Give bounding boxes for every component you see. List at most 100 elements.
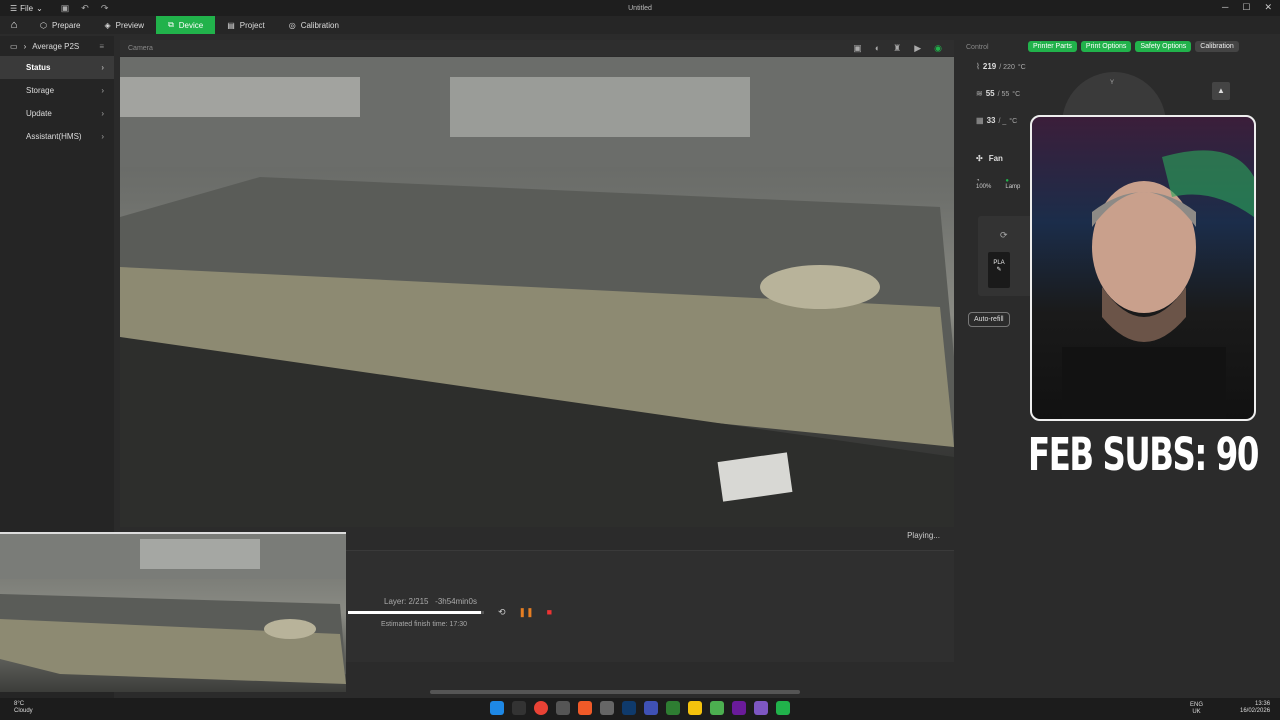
camera-feed[interactable] xyxy=(120,57,954,527)
redo-icon[interactable]: ↷ xyxy=(101,3,109,14)
fan-section: ✣ Fan xyxy=(976,154,1003,163)
lang-code: ENG xyxy=(1190,702,1204,708)
language-indicator[interactable]: ENG UK xyxy=(1190,702,1203,716)
ams-panel: ⟳ PLA ✎ xyxy=(978,216,1034,296)
system-clock[interactable]: 13:36 16/02/2026 xyxy=(1240,701,1270,715)
webcam-overlay xyxy=(1030,115,1256,421)
fan-icon: ✣ xyxy=(976,154,983,163)
tab-label: Calibration xyxy=(300,20,339,30)
chevron-down-icon: ⌄ xyxy=(36,3,43,13)
bambu-studio-icon[interactable] xyxy=(776,701,790,715)
chevron-right-icon: › xyxy=(23,41,27,51)
layer-info: Layer: 2/215 -3h54min0s xyxy=(384,597,477,606)
video-icon[interactable]: ▶ xyxy=(914,43,921,54)
nozzle-icon: ⌇ xyxy=(976,62,980,71)
file-menu[interactable]: ☰ File ⌄ xyxy=(0,4,43,13)
printer-parts-button[interactable]: Printer Parts xyxy=(1028,41,1077,52)
app-icon[interactable] xyxy=(710,701,724,715)
sidebar-item-assistant[interactable]: Assistant(HMS) › xyxy=(0,125,114,148)
file-menu-label: File xyxy=(20,3,34,13)
camera-title: Camera xyxy=(128,44,153,52)
fan-label: Fan xyxy=(988,154,1003,163)
app-icon[interactable] xyxy=(732,701,746,715)
control-buttons: Printer Parts Print Options Safety Optio… xyxy=(1028,41,1239,52)
z-up-button[interactable]: ▲ xyxy=(1212,82,1230,100)
app-icon[interactable] xyxy=(644,701,658,715)
search-icon[interactable] xyxy=(512,701,526,715)
settings-icon[interactable]: ≡ xyxy=(99,42,104,51)
temp-target: / _ xyxy=(998,118,1007,125)
live-icon[interactable]: ◉ xyxy=(934,43,942,54)
chevron-right-icon: › xyxy=(101,63,104,72)
pause-button[interactable]: ❚❚ xyxy=(519,607,534,618)
webcam-image xyxy=(1062,150,1254,419)
minimize-icon[interactable]: ─ xyxy=(1222,2,1228,13)
region-code: UK xyxy=(1192,709,1201,715)
tab-label: Device xyxy=(178,20,204,30)
sidebar-item-storage[interactable]: Storage › xyxy=(0,79,114,102)
tab-project[interactable]: ▤ Project xyxy=(215,16,276,34)
chevron-right-icon: › xyxy=(101,86,104,95)
subscriber-counter: FEB SUBS: 90 xyxy=(1028,428,1259,481)
tab-prepare[interactable]: ⬡ Prepare xyxy=(28,16,92,34)
progress-bar xyxy=(348,611,484,614)
chamber-temp[interactable]: ▦ 33/ _ °C xyxy=(968,116,1028,143)
chrome-icon[interactable] xyxy=(534,701,548,715)
prepare-icon: ⬡ xyxy=(40,20,47,30)
discord-icon[interactable] xyxy=(754,701,768,715)
horizontal-scrollbar[interactable] xyxy=(430,690,800,694)
weather-widget[interactable]: 8°C Cloudy xyxy=(14,701,33,715)
close-icon[interactable]: ✕ xyxy=(1264,2,1272,13)
calibration-icon: ◎ xyxy=(288,20,296,30)
maximize-icon[interactable]: ☐ xyxy=(1242,2,1250,13)
tab-device[interactable]: ⧉ Device xyxy=(156,16,216,34)
refresh-icon[interactable]: ⟳ xyxy=(1000,230,1008,241)
auto-refill-button[interactable]: Auto-refill xyxy=(968,312,1010,327)
start-icon[interactable] xyxy=(490,701,504,715)
print-options-button[interactable]: Print Options xyxy=(1080,41,1132,52)
playback-status: Playing... xyxy=(907,531,940,540)
title-bar: ☰ File ⌄ ▣ ↶ ↷ Untitled ─ ☐ ✕ xyxy=(0,0,1280,16)
tab-label: Project xyxy=(239,20,265,30)
fan-speed[interactable]: ◔ 100% xyxy=(976,178,991,190)
save-icon[interactable]: ▣ xyxy=(61,3,70,14)
folder-icon[interactable] xyxy=(688,701,702,715)
photoshop-icon[interactable] xyxy=(622,701,636,715)
tab-label: Prepare xyxy=(51,20,81,30)
clock-date: 16/02/2026 xyxy=(1240,708,1271,714)
fan-speed-value: 100% xyxy=(976,184,992,190)
project-icon: ▤ xyxy=(227,20,235,30)
timelapse-icon[interactable]: ◐ xyxy=(875,43,880,54)
steam-icon[interactable] xyxy=(600,701,614,715)
sidebar-item-status[interactable]: Status › xyxy=(0,56,114,79)
safety-options-button[interactable]: Safety Options xyxy=(1135,41,1192,52)
snapshot-icon[interactable]: ▣ xyxy=(853,43,862,54)
xbox-icon[interactable] xyxy=(666,701,680,715)
temp-target: / 55 xyxy=(997,91,1010,98)
bed-temp[interactable]: ≋ 55/ 55 °C xyxy=(968,89,1028,116)
tab-calibration[interactable]: ◎ Calibration xyxy=(277,16,351,34)
quick-actions: ▣ ↶ ↷ xyxy=(61,3,109,14)
camera-image xyxy=(120,57,954,527)
app-icon[interactable] xyxy=(556,701,570,715)
refresh-icon[interactable]: ⟲ xyxy=(498,607,506,618)
hamburger-icon: ☰ xyxy=(10,3,18,13)
weather-temp: 8°C xyxy=(14,701,25,707)
home-icon[interactable]: ⌂ xyxy=(0,19,28,31)
chamber-icon: ▦ xyxy=(976,116,984,125)
stop-button[interactable]: ■ xyxy=(547,607,552,618)
filament-slot[interactable]: PLA ✎ xyxy=(988,252,1010,288)
trash-icon[interactable]: ♜ xyxy=(893,43,901,54)
tab-preview[interactable]: ◈ Preview xyxy=(92,16,156,34)
control-title: Control xyxy=(966,44,989,51)
edit-icon: ✎ xyxy=(996,267,1002,273)
layer-count: Layer: 2/215 xyxy=(384,597,429,606)
sidebar-item-update[interactable]: Update › xyxy=(0,102,114,125)
nozzle-temp[interactable]: ⌇ 219/ 220 °C xyxy=(968,62,1028,89)
undo-icon[interactable]: ↶ xyxy=(81,3,89,14)
time-remaining: -3h54min0s xyxy=(435,597,477,606)
printer-selector[interactable]: ▭ › Average P2S ≡ xyxy=(0,36,114,56)
lamp-toggle[interactable]: ● Lamp xyxy=(1005,178,1020,190)
brave-icon[interactable] xyxy=(578,701,592,715)
calibration-button[interactable]: Calibration xyxy=(1195,41,1239,52)
